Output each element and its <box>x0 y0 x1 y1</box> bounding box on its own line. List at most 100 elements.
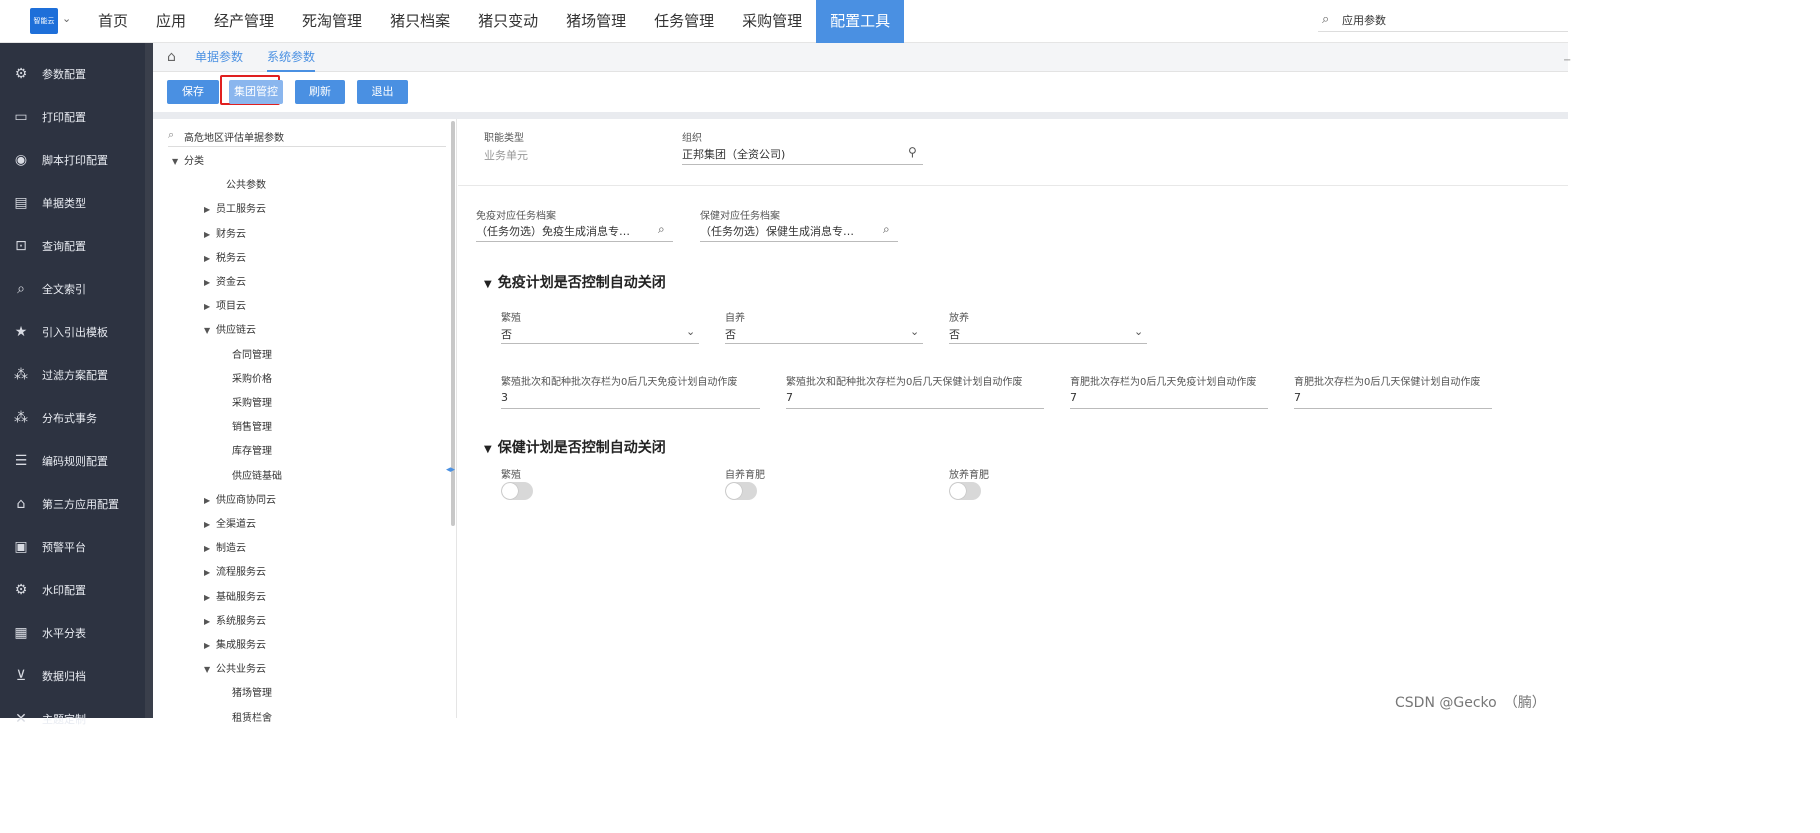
tree-node[interactable]: ▶ 全渠道云 <box>188 515 256 530</box>
sidebar-item-theme[interactable]: ✕ 主题定制 <box>0 697 145 740</box>
caret-right-icon[interactable]: ▶ <box>204 641 216 650</box>
caret-right-icon[interactable]: ▶ <box>204 544 216 553</box>
caret-down-icon[interactable]: ▼ <box>172 157 184 166</box>
sidebar-item-print-config[interactable]: ▭ 打印配置 <box>0 95 145 138</box>
chevron-down-icon[interactable]: ⌄ <box>62 12 71 25</box>
nav-item-mortality[interactable]: 死淘管理 <box>288 0 376 43</box>
org-tree-icon[interactable]: ⚲ <box>908 145 917 159</box>
tree-node[interactable]: 销售管理 <box>220 418 272 433</box>
nav-item-pig-records[interactable]: 猪只档案 <box>376 0 464 43</box>
nav-item-home[interactable]: 首页 <box>84 0 142 43</box>
nav-item-pig-changes[interactable]: 猪只变动 <box>464 0 552 43</box>
caret-right-icon[interactable]: ▶ <box>204 593 216 602</box>
caret-right-icon[interactable]: ▶ <box>204 278 216 287</box>
caret-right-icon[interactable]: ▶ <box>204 205 216 214</box>
tree-node[interactable]: 供应链基础 <box>220 467 282 482</box>
health-task-value[interactable]: （任务勿选）保健生成消息专… <box>700 223 854 239</box>
tree-node[interactable]: 采购价格 <box>220 370 272 385</box>
tree-node[interactable]: ▶ 制造云 <box>188 539 246 554</box>
caret-down-icon[interactable]: ▼ <box>204 326 216 335</box>
section-health-title[interactable]: ▼ 保健计划是否控制自动关闭 <box>484 437 666 457</box>
nav-item-apps[interactable]: 应用 <box>142 0 200 43</box>
tree-node[interactable]: ▶ 基础服务云 <box>188 588 266 603</box>
tree-node[interactable]: ▶ 员工服务云 <box>188 200 266 215</box>
save-button[interactable]: 保存 <box>167 80 219 104</box>
tree-node[interactable]: ▼ 公共业务云 <box>188 660 266 675</box>
nav-item-purchasing[interactable]: 采购管理 <box>728 0 816 43</box>
tree-node[interactable]: 合同管理 <box>220 346 272 361</box>
caret-down-icon[interactable]: ▼ <box>204 665 216 674</box>
tree-node[interactable]: 猪场管理 <box>220 684 272 699</box>
exit-button[interactable]: 退出 <box>357 80 408 104</box>
tree-node[interactable]: ▶ 流程服务云 <box>188 563 266 578</box>
nav-item-config-tools[interactable]: 配置工具 <box>816 0 905 43</box>
sidebar-item-alert-platform[interactable]: ▣ 预警平台 <box>0 525 145 568</box>
sidebar-item-script-print[interactable]: ◉ 脚本打印配置 <box>0 138 145 181</box>
num-field-value[interactable]: 7 <box>786 391 793 404</box>
tree-node[interactable]: 库存管理 <box>220 442 272 457</box>
org-value[interactable]: 正邦集团（全资公司) <box>682 146 785 162</box>
tree-node[interactable]: ▶ 系统服务云 <box>188 612 266 627</box>
sidebar-item-param-config[interactable]: ⚙ 参数配置 <box>0 52 145 95</box>
caret-right-icon[interactable]: ▶ <box>204 617 216 626</box>
tab-doc-params[interactable]: 单据参数 <box>195 43 243 72</box>
caret-right-icon[interactable]: ▶ <box>204 520 216 529</box>
tree-node[interactable]: ▶ 资金云 <box>188 273 246 288</box>
sidebar-item-import-export[interactable]: ★ 引入引出模板 <box>0 310 145 353</box>
num-field-value[interactable]: 7 <box>1294 391 1301 404</box>
app-logo[interactable]: 智能云 <box>30 8 58 34</box>
refresh-button[interactable]: 刷新 <box>295 80 345 104</box>
tree-node[interactable]: 采购管理 <box>220 394 272 409</box>
caret-right-icon[interactable]: ▶ <box>204 568 216 577</box>
sidebar-item-filter-scheme[interactable]: ⁂ 过滤方案配置 <box>0 353 145 396</box>
tree-node[interactable]: ▼ 供应链云 <box>188 321 256 336</box>
num-field-value[interactable]: 3 <box>501 391 508 404</box>
group-control-button[interactable]: 集团管控 <box>229 80 283 104</box>
tree-node[interactable]: ▼ 分类 <box>172 152 204 167</box>
tree-node[interactable]: ▶ 税务云 <box>188 249 246 264</box>
caret-right-icon[interactable]: ▶ <box>204 230 216 239</box>
tabs-overflow-icon[interactable]: − <box>1563 55 1571 66</box>
tree-node[interactable]: ▶ 供应商协同云 <box>188 491 276 506</box>
free-range-select-value[interactable]: 否 <box>949 326 960 342</box>
chevron-down-icon[interactable]: ⌄ <box>686 325 695 338</box>
sidebar-item-doc-type[interactable]: ▤ 单据类型 <box>0 181 145 224</box>
tree-node[interactable]: ▶ 集成服务云 <box>188 636 266 651</box>
caret-right-icon[interactable]: ▶ <box>204 302 216 311</box>
sidebar-item-third-party[interactable]: ⌂ 第三方应用配置 <box>0 482 145 525</box>
search-icon[interactable]: ⌕ <box>658 222 665 237</box>
home-icon[interactable]: ⌂ <box>167 49 176 65</box>
sidebar-scrollbar[interactable] <box>145 43 153 718</box>
nav-item-farm-management[interactable]: 猪场管理 <box>552 0 640 43</box>
tree-node[interactable]: 租赁栏舍 <box>220 709 272 724</box>
self-raise-select-value[interactable]: 否 <box>725 326 736 342</box>
nav-item-production[interactable]: 经产管理 <box>200 0 288 43</box>
panel-collapse-handle[interactable]: ◂▸ <box>446 465 455 475</box>
caret-right-icon[interactable]: ▶ <box>204 254 216 263</box>
sidebar-item-distributed-tx[interactable]: ⁂ 分布式事务 <box>0 396 145 439</box>
nav-item-task-management[interactable]: 任务管理 <box>640 0 728 43</box>
breeding-select-value[interactable]: 否 <box>501 326 512 342</box>
sidebar-item-fulltext-index[interactable]: ⌕ 全文索引 <box>0 267 145 310</box>
tree-node[interactable]: ▶ 财务云 <box>188 225 246 240</box>
num-field-value[interactable]: 7 <box>1070 391 1077 404</box>
tree-node[interactable]: ▶ 项目云 <box>188 297 246 312</box>
section-vaccine-title[interactable]: ▼ 免疫计划是否控制自动关闭 <box>484 272 666 292</box>
breeding-toggle[interactable] <box>501 482 533 500</box>
sidebar-item-data-archive[interactable]: ⊻ 数据归档 <box>0 654 145 697</box>
search-icon[interactable]: ⌕ <box>883 222 890 237</box>
sidebar-item-sharding[interactable]: ▦ 水平分表 <box>0 611 145 654</box>
sidebar-item-code-rules[interactable]: ☰ 编码规则配置 <box>0 439 145 482</box>
vaccine-task-value[interactable]: （任务勿选）免疫生成消息专… <box>476 223 630 239</box>
self-raise-fattening-toggle[interactable] <box>725 482 757 500</box>
tree-node[interactable]: 公共参数 <box>188 176 266 191</box>
tree-search-input[interactable]: ⌕ 高危地区评估单据参数 <box>168 125 446 147</box>
tab-system-params[interactable]: 系统参数 <box>267 43 316 72</box>
global-search-input[interactable] <box>1340 10 1560 30</box>
chevron-down-icon[interactable]: ⌄ <box>910 325 919 338</box>
caret-right-icon[interactable]: ▶ <box>204 496 216 505</box>
free-range-fattening-toggle[interactable] <box>949 482 981 500</box>
chevron-down-icon[interactable]: ⌄ <box>1134 325 1143 338</box>
sidebar-item-query-config[interactable]: ⊡ 查询配置 <box>0 224 145 267</box>
sidebar-item-watermark[interactable]: ⚙ 水印配置 <box>0 568 145 611</box>
